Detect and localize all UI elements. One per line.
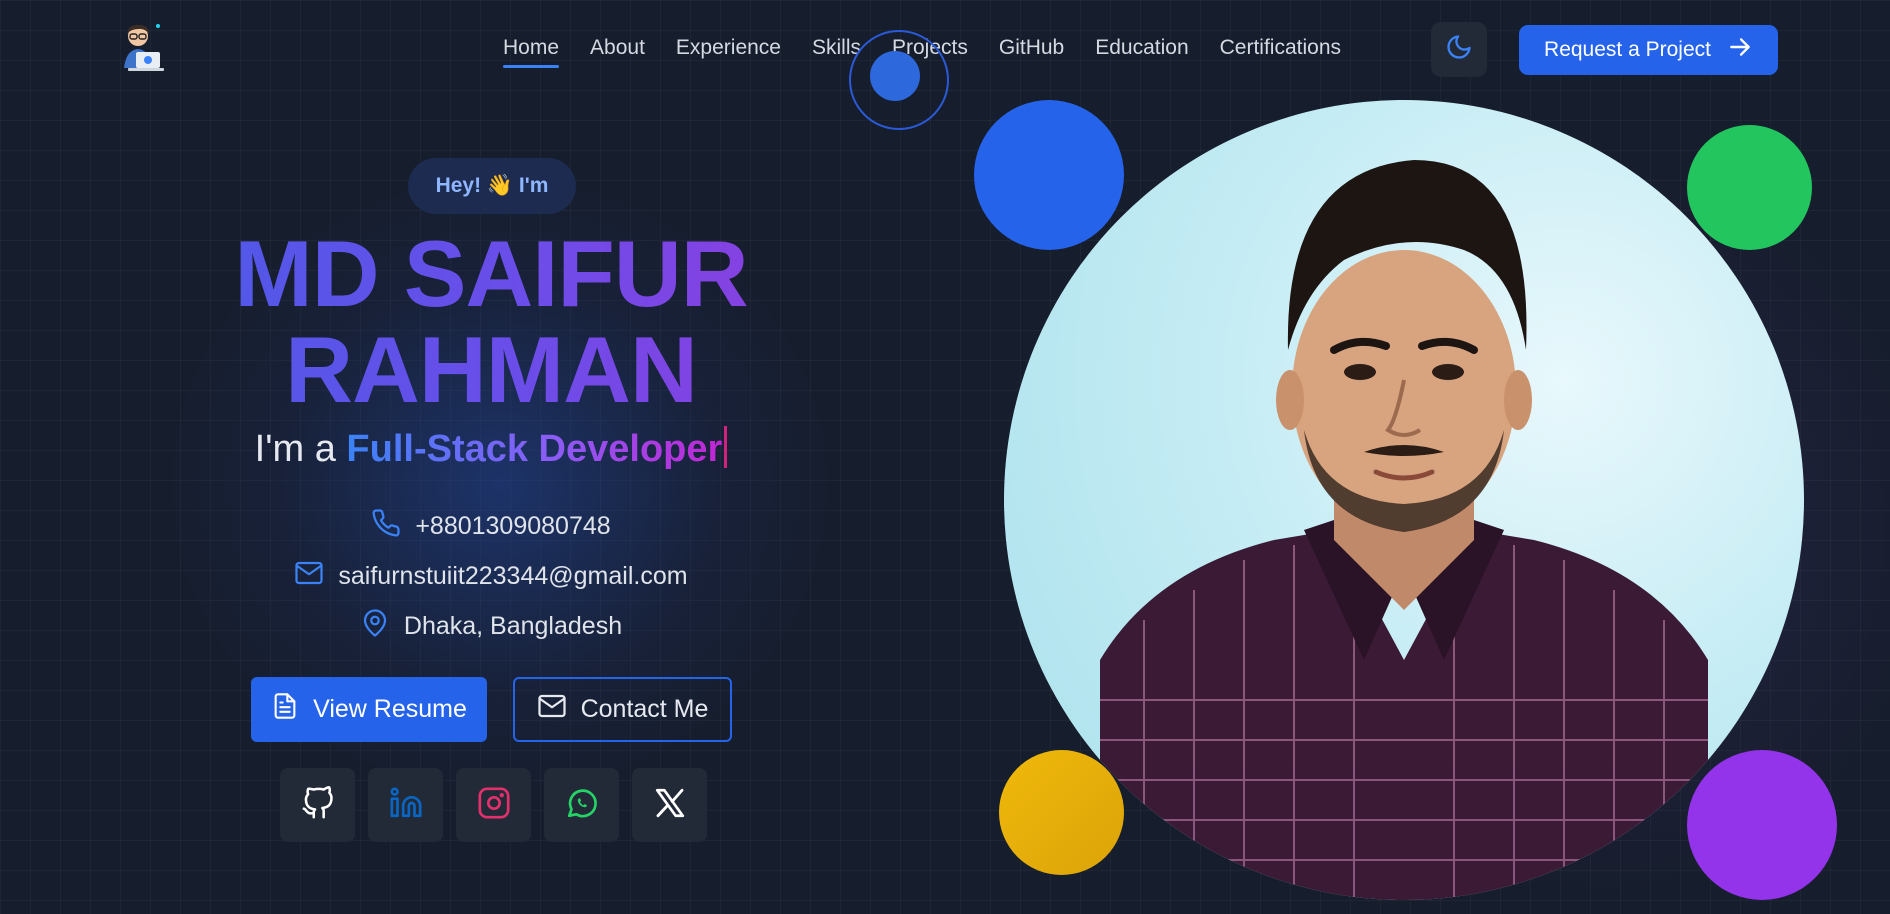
nav-home[interactable]: Home [503, 36, 560, 68]
email-row: saifurnstuiit223344@gmail.com [190, 558, 792, 595]
phone-number[interactable]: +8801309080748 [415, 512, 610, 541]
social-links [280, 768, 707, 842]
mail-icon [294, 558, 324, 595]
document-icon [271, 692, 299, 727]
arrow-right-icon [1727, 34, 1753, 66]
location-text: Dhaka, Bangladesh [403, 612, 623, 640]
linkedin-link[interactable] [368, 768, 443, 842]
nav-github[interactable]: GitHub [999, 36, 1064, 68]
hero-name-line1: MD SAIFUR [234, 221, 748, 326]
x-twitter-link[interactable] [632, 768, 707, 842]
contact-me-button[interactable]: Contact Me [513, 677, 732, 742]
github-link[interactable] [280, 768, 355, 842]
request-project-button[interactable]: Request a Project [1519, 25, 1778, 75]
role-prefix: I'm a [254, 428, 336, 470]
instagram-link[interactable] [456, 768, 531, 842]
phone-icon [371, 508, 401, 545]
moon-icon [1445, 33, 1473, 66]
nav-about[interactable]: About [590, 36, 645, 68]
location-row: Dhaka, Bangladesh [190, 608, 792, 645]
view-resume-button[interactable]: View Resume [251, 677, 487, 742]
decorative-dot [870, 51, 920, 101]
role-title: Full-Stack Developer [346, 428, 723, 470]
contact-me-label: Contact Me [580, 695, 709, 723]
decorative-purple-circle [1687, 750, 1837, 900]
instagram-icon [477, 786, 511, 825]
whatsapp-link[interactable] [544, 768, 619, 842]
request-project-label: Request a Project [1544, 38, 1711, 61]
developer-avatar-logo[interactable] [120, 22, 166, 76]
whatsapp-icon [565, 786, 599, 825]
phone-row: +8801309080748 [190, 508, 792, 545]
theme-toggle-button[interactable] [1431, 22, 1487, 77]
decorative-green-circle [1687, 125, 1812, 250]
nav-certifications[interactable]: Certifications [1220, 36, 1341, 68]
profile-photo [1004, 100, 1804, 900]
github-icon [301, 785, 335, 825]
person-illustration [1100, 160, 1708, 900]
nav-education[interactable]: Education [1095, 36, 1188, 68]
hero-role: I'm a Full-Stack Developer [190, 426, 792, 471]
map-pin-icon [360, 608, 390, 645]
view-resume-label: View Resume [313, 695, 467, 723]
decorative-yellow-circle [999, 750, 1124, 875]
hero-name-line2: RAHMAN [285, 317, 697, 422]
decorative-blue-circle [974, 100, 1124, 250]
typing-caret [724, 426, 728, 468]
mail-icon [537, 691, 567, 728]
email-address[interactable]: saifurnstuiit223344@gmail.com [338, 562, 687, 591]
greeting-badge: Hey! 👋 I'm [408, 158, 576, 214]
hero-name: MD SAIFUR RAHMAN [190, 226, 792, 418]
nav-experience[interactable]: Experience [676, 36, 781, 68]
linkedin-icon [389, 786, 423, 825]
x-icon [653, 786, 687, 825]
